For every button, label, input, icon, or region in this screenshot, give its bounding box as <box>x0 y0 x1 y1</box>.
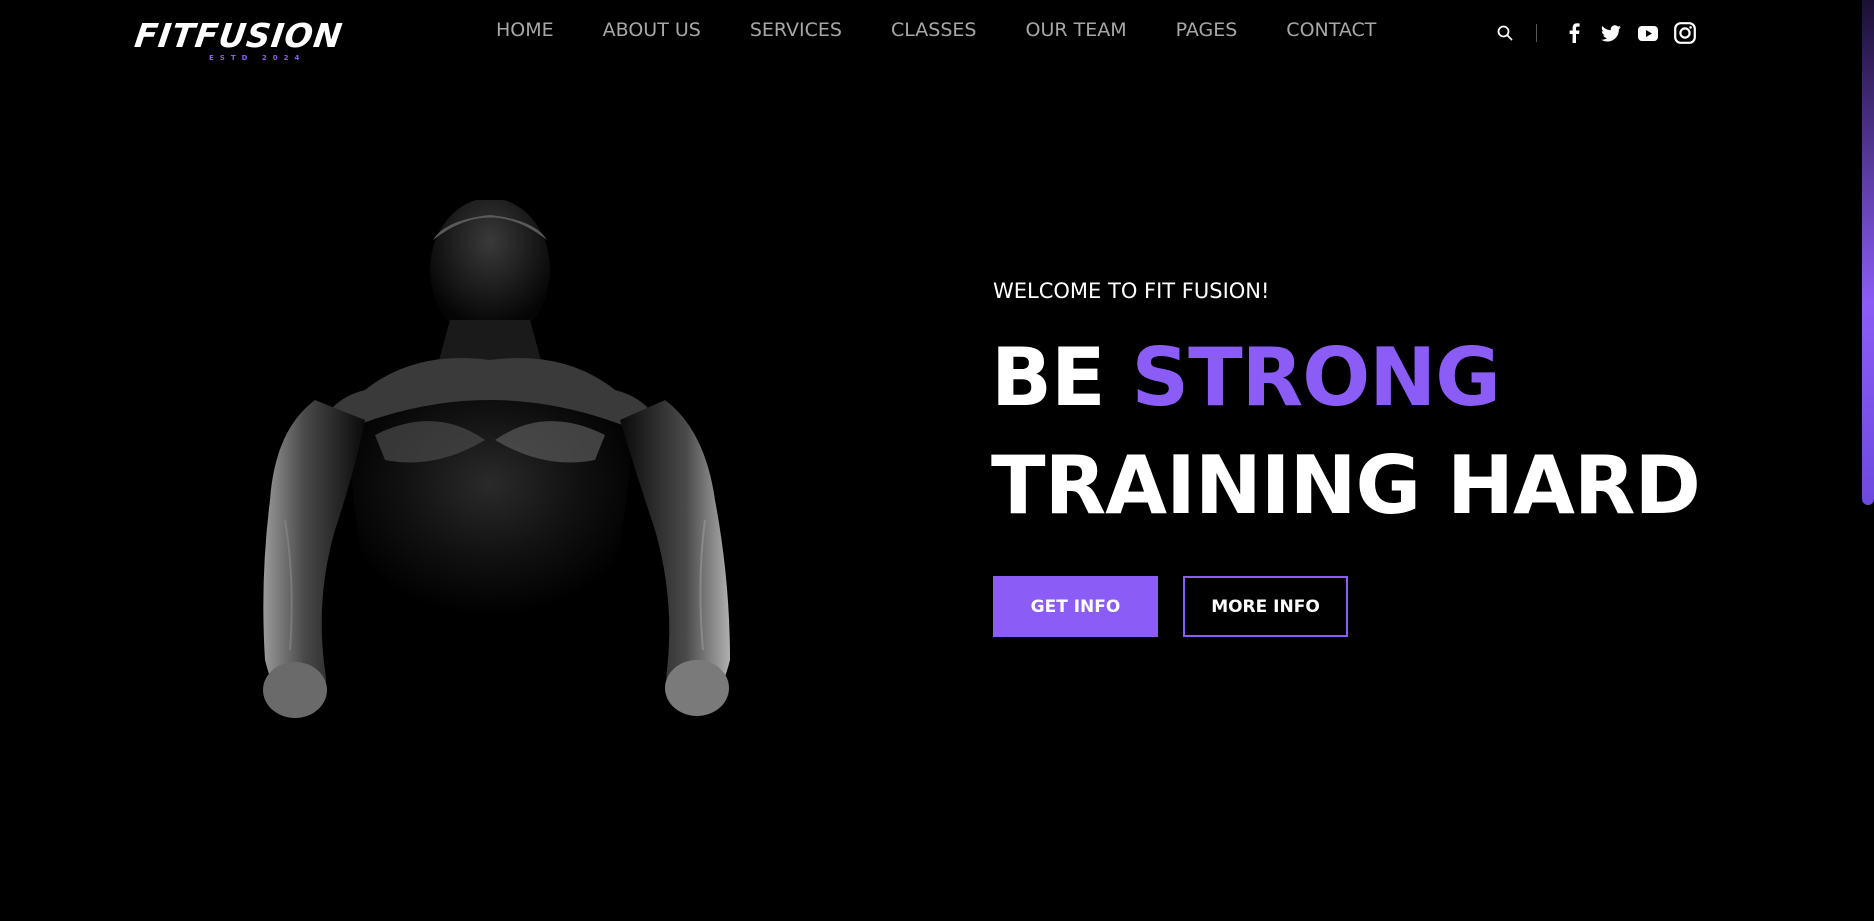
nav-item-our-team[interactable]: OUR TEAM <box>1025 17 1126 43</box>
site-logo[interactable]: FITFUSION ESTD 2024 <box>132 16 385 66</box>
scrollbar-thumb[interactable] <box>1862 0 1874 505</box>
nav-item-classes[interactable]: CLASSES <box>891 17 976 43</box>
twitter-icon[interactable] <box>1600 22 1622 44</box>
logo-tagline: ESTD 2024 <box>209 54 306 62</box>
hero-welcome-text: WELCOME TO FIT FUSION! <box>993 279 1270 303</box>
nav-item-about-us[interactable]: ABOUT US <box>603 17 701 43</box>
hero-headline-line2: TRAINING HARD <box>991 439 1701 532</box>
hero-headline-be: BE <box>991 331 1106 424</box>
more-info-button[interactable]: MORE INFO <box>1183 576 1348 637</box>
facebook-icon[interactable] <box>1563 22 1585 44</box>
nav-item-contact[interactable]: CONTACT <box>1286 17 1376 43</box>
get-info-button[interactable]: GET INFO <box>993 576 1158 637</box>
nav-item-pages[interactable]: PAGES <box>1176 17 1238 43</box>
site-header: FITFUSION ESTD 2024 HOME ABOUT US SERVIC… <box>0 0 1874 64</box>
header-actions <box>1494 20 1696 46</box>
main-nav: HOME ABOUT US SERVICES CLASSES OUR TEAM … <box>496 17 1376 43</box>
youtube-icon[interactable] <box>1637 22 1659 44</box>
page-scrollbar[interactable] <box>1862 0 1874 921</box>
search-icon[interactable] <box>1494 22 1516 44</box>
logo-brand: FITFUSION <box>132 16 346 55</box>
header-divider <box>1536 24 1537 42</box>
nav-item-services[interactable]: SERVICES <box>750 17 842 43</box>
instagram-icon[interactable] <box>1674 22 1696 44</box>
social-links <box>1563 22 1696 44</box>
hero-headline-line1: BE STRONG <box>991 330 1501 426</box>
nav-item-home[interactable]: HOME <box>496 17 554 43</box>
hero-athlete-image <box>235 198 755 730</box>
hero-headline-accent: STRONG <box>1131 331 1500 424</box>
